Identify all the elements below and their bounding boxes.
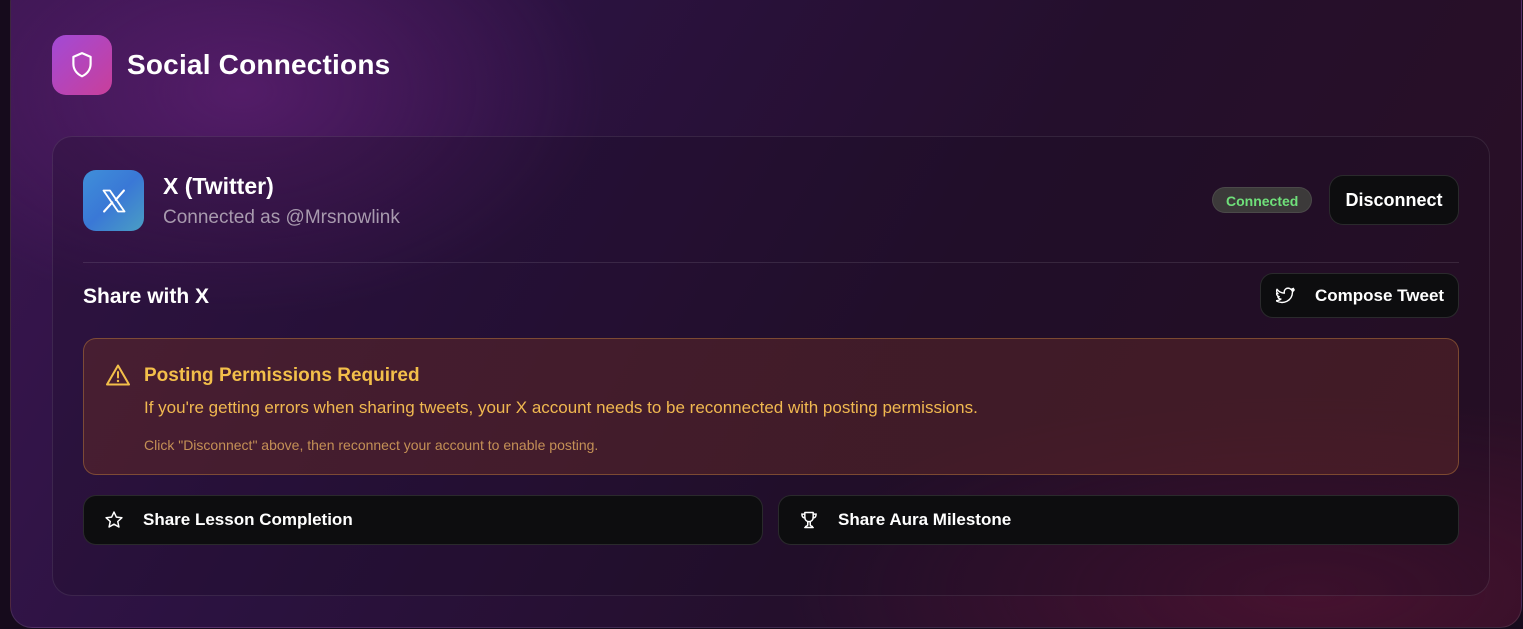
warning-note: Click "Disconnect" above, then reconnect… [144,437,599,453]
social-connections-panel: Social Connections X (Twitter) Connected… [10,0,1522,628]
compose-tweet-button[interactable]: Compose Tweet [1260,273,1459,318]
shield-icon [52,35,112,95]
status-badge: Connected [1212,187,1313,213]
share-lesson-completion-button[interactable]: Share Lesson Completion [83,495,763,545]
share-aura-milestone-button[interactable]: Share Aura Milestone [778,495,1459,545]
x-logo-icon [83,170,144,231]
disconnect-button-label: Disconnect [1345,189,1443,210]
share-aura-milestone-label: Share Aura Milestone [838,510,1012,529]
compose-tweet-label: Compose Tweet [1315,285,1445,305]
page-title: Social Connections [127,49,391,80]
share-section-title: Share with X [83,285,210,308]
page-header: Social Connections [52,35,390,95]
connected-as-text: Connected as @Mrsnowlink [163,207,400,228]
twitter-bird-icon [1276,286,1296,305]
disconnect-button[interactable]: Disconnect [1329,175,1459,225]
account-platform-name: X (Twitter) [163,173,274,199]
permissions-warning: Posting Permissions Required If you're g… [83,338,1459,475]
divider [83,262,1459,263]
warning-body: If you're getting errors when sharing tw… [144,398,978,417]
warning-title: Posting Permissions Required [144,365,420,386]
share-lesson-completion-label: Share Lesson Completion [143,510,353,529]
x-connection-card: X (Twitter) Connected as @Mrsnowlink Con… [52,136,1490,596]
trophy-icon [799,510,819,530]
star-icon [104,510,124,530]
warning-triangle-icon [105,363,131,387]
